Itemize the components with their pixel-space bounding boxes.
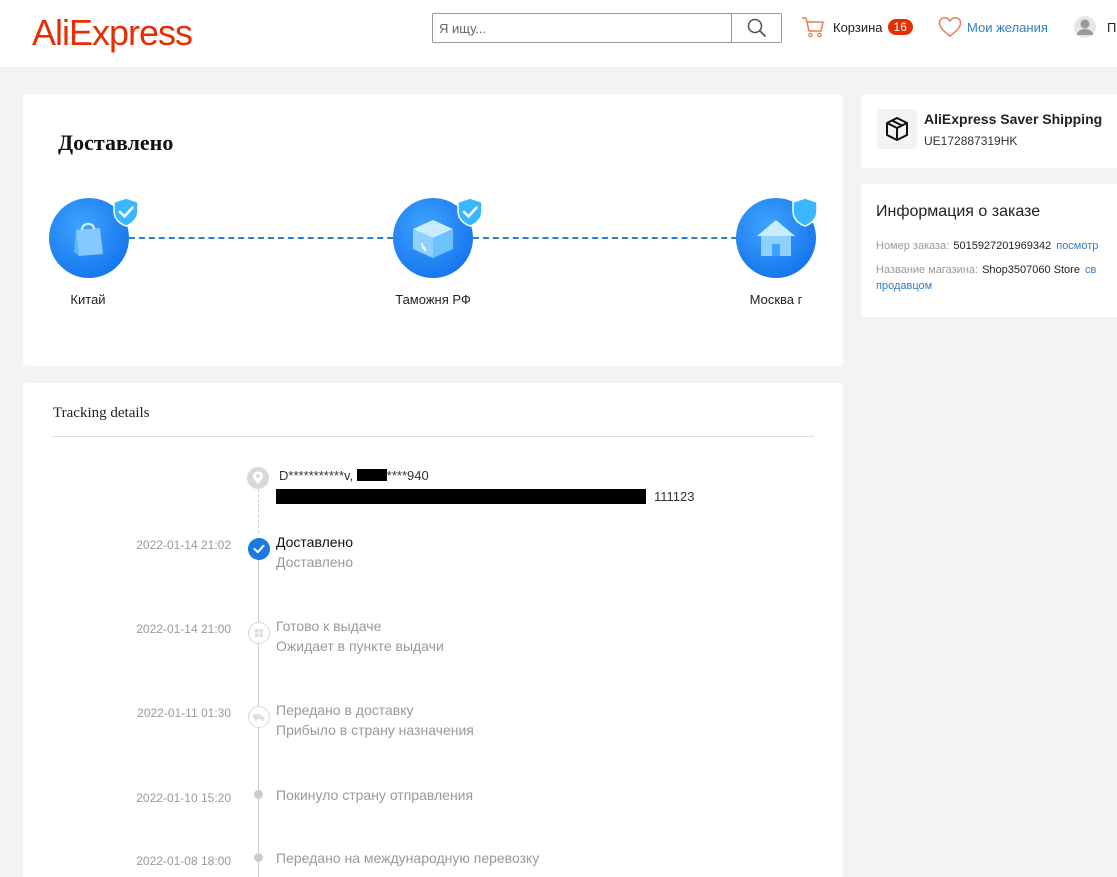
shipping-service-name: AliExpress Saver Shipping (924, 111, 1103, 127)
search-icon (747, 18, 766, 37)
route-label-origin: Китай (70, 292, 106, 307)
delivery-status-card: Доставлено Китай Таможня РФ Москва г (23, 94, 843, 366)
redacted-address (276, 489, 646, 504)
event-title: Передано на международную перевозку (276, 850, 540, 866)
bag-icon (74, 222, 103, 256)
search-input[interactable] (433, 14, 733, 42)
heart-icon (938, 16, 962, 37)
timeline-line (258, 489, 259, 533)
top-header: AliExpress Корзина 16 Мои желания (0, 0, 1117, 67)
aliexpress-logo[interactable]: AliExpress (32, 12, 193, 54)
pickup-point-icon (248, 622, 270, 644)
customs-box-icon (413, 220, 453, 258)
contact-seller-link-continued[interactable]: продавцом (876, 280, 932, 292)
user-avatar-icon (1074, 16, 1096, 38)
wishlist-label: Мои желания (967, 19, 1048, 35)
event-date: 2022-01-11 01:30 (137, 706, 231, 720)
timeline-dot (254, 853, 263, 862)
route-connector (473, 237, 757, 239)
user-label: П (1107, 19, 1117, 35)
tracking-number: UE172887319HK (924, 134, 1018, 148)
view-order-link[interactable]: посмотр (1056, 240, 1098, 252)
event-date: 2022-01-14 21:02 (136, 538, 231, 552)
event-date: 2022-01-14 21:00 (136, 622, 231, 636)
store-name-value: Shop3507060 Store (982, 264, 1080, 276)
route-label-destination: Москва г (749, 292, 803, 307)
order-info-card: Информация о заказе Номер заказа: 5015927… (861, 184, 1117, 317)
location-pin-icon (247, 467, 269, 489)
event-title: Передано в доставку (276, 702, 414, 718)
timeline-dot (254, 790, 263, 799)
recipient-phone: ****940 (386, 468, 429, 483)
cart-label: Корзина (833, 19, 883, 35)
event-title: Готово к выдаче (276, 618, 382, 634)
verified-shield-icon (113, 197, 139, 227)
event-title: Доставлено (276, 534, 354, 550)
route-node-customs (393, 197, 483, 278)
order-number-label: Номер заказа: (876, 240, 950, 252)
order-number-row: Номер заказа: 5015927201969342 посмотр (876, 240, 1098, 252)
store-name-label: Название магазина: (876, 264, 979, 276)
verified-shield-icon (457, 197, 483, 227)
delivery-truck-icon (248, 706, 270, 728)
cart-link[interactable]: Корзина 16 (801, 15, 913, 39)
search-box (432, 13, 782, 43)
route-node-origin (49, 197, 139, 278)
event-description: Прибыло в страну назначения (276, 722, 474, 738)
cart-icon (802, 17, 824, 38)
event-title: Покинуло страну отправления (276, 787, 474, 803)
order-info-title: Информация о заказе (876, 203, 1041, 220)
redaction-block (356, 469, 387, 481)
tracking-details-title: Tracking details (53, 405, 150, 421)
event-date: 2022-01-08 18:00 (136, 854, 231, 868)
delivery-status-title: Доставлено (58, 130, 174, 155)
event-description: Доставлено (276, 554, 354, 570)
order-number-value: 5015927201969342 (953, 240, 1052, 252)
shield-icon (792, 197, 818, 227)
user-menu[interactable]: П (1073, 15, 1116, 39)
check-icon (248, 538, 270, 560)
event-description: Ожидает в пункте выдачи (276, 638, 444, 654)
route-connector (129, 237, 413, 239)
wishlist-link[interactable]: Мои желания (938, 15, 1048, 39)
recipient-line: D***********v, ****940 (279, 468, 429, 483)
event-date: 2022-01-10 15:20 (136, 791, 231, 805)
search-button[interactable] (731, 14, 781, 42)
address-zip: 111123 (654, 489, 695, 504)
divider (53, 436, 814, 437)
package-icon (877, 109, 917, 149)
tracking-details-card: Tracking details D***********v, ****940 … (23, 383, 843, 877)
contact-seller-link[interactable]: св (1085, 264, 1096, 276)
route-node-destination (736, 197, 818, 278)
cart-count-badge: 16 (887, 19, 913, 35)
recipient-name: D***********v, (279, 468, 357, 483)
store-name-row: Название магазина: Shop3507060 Store св (876, 264, 1096, 276)
route-label-customs: Таможня РФ (395, 292, 471, 307)
shipping-method-card: AliExpress Saver Shipping UE172887319HK (861, 94, 1117, 168)
